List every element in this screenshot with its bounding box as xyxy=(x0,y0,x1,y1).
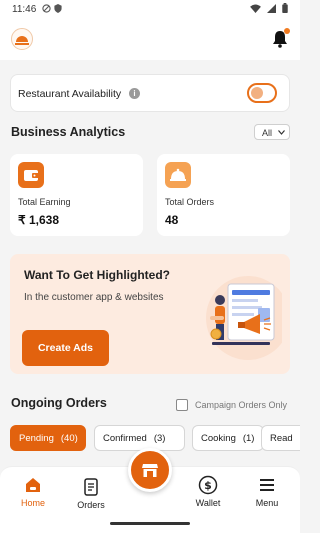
availability-label: Restaurant Availability xyxy=(18,88,122,100)
status-right-icons xyxy=(250,3,288,13)
menu-icon xyxy=(260,479,274,491)
store-icon xyxy=(142,464,158,477)
chip-cooking[interactable]: Cooking (1) xyxy=(192,425,264,451)
chip-confirmed[interactable]: Confirmed (3) xyxy=(94,425,185,451)
store-fab-button[interactable] xyxy=(128,448,172,492)
chip-pending[interactable]: Pending (40) xyxy=(10,425,86,451)
filter-value: All xyxy=(262,128,273,138)
stat-card-earning[interactable]: Total Earning ₹ 1,638 xyxy=(10,154,143,236)
nav-label: Wallet xyxy=(195,498,221,508)
advertising-illustration xyxy=(206,276,282,360)
signal-icon xyxy=(267,3,276,13)
system-home-bar xyxy=(0,516,300,533)
status-time: 11:46 xyxy=(12,4,37,15)
home-indicator[interactable] xyxy=(110,522,190,525)
wallet-icon xyxy=(18,162,44,188)
svg-text:$: $ xyxy=(204,479,212,492)
stat-label: Total Earning xyxy=(18,197,71,207)
home-icon xyxy=(26,478,40,492)
chip-ready[interactable]: Read xyxy=(261,425,300,451)
promo-title: Want To Get Highlighted? xyxy=(24,268,170,282)
shield-icon xyxy=(53,4,62,13)
chevron-down-icon xyxy=(278,130,285,135)
stat-value: 48 xyxy=(165,213,179,227)
chip-count: (1) xyxy=(242,433,255,444)
nav-wallet[interactable]: $ Wallet xyxy=(183,475,233,508)
food-cloche-icon xyxy=(165,162,191,188)
availability-toggle[interactable] xyxy=(247,83,277,103)
restaurant-logo xyxy=(11,28,33,50)
status-bar: 11:46 xyxy=(0,0,300,20)
campaign-checkbox[interactable] xyxy=(176,399,188,411)
status-left-icons xyxy=(42,4,62,15)
nav-home[interactable]: Home xyxy=(8,475,58,508)
chip-label: Read xyxy=(270,433,293,444)
toggle-knob xyxy=(251,87,263,99)
chip-label: Confirmed xyxy=(103,433,147,444)
wifi-icon xyxy=(250,3,261,13)
campaign-label: Campaign Orders Only xyxy=(195,400,288,410)
chip-label: Pending xyxy=(19,433,54,444)
notification-badge xyxy=(284,28,290,34)
nav-label: Home xyxy=(20,498,45,508)
app-header xyxy=(0,20,300,60)
promo-subtitle: In the customer app & websites xyxy=(24,292,164,303)
chip-count: (40) xyxy=(60,433,78,444)
availability-card: Restaurant Availability i xyxy=(10,74,290,112)
notification-button[interactable] xyxy=(272,28,290,48)
chip-count: (3) xyxy=(153,433,166,444)
nav-menu[interactable]: Menu xyxy=(242,475,292,508)
stat-label: Total Orders xyxy=(165,197,215,207)
analytics-filter-dropdown[interactable]: All xyxy=(254,124,290,140)
chip-label: Cooking xyxy=(201,433,236,444)
info-icon[interactable]: i xyxy=(129,88,140,99)
battery-icon xyxy=(282,3,288,13)
ongoing-orders-title: Ongoing Orders xyxy=(11,396,107,410)
create-ads-button[interactable]: Create Ads xyxy=(22,330,109,366)
stat-value: ₹ 1,638 xyxy=(18,213,59,227)
analytics-title: Business Analytics xyxy=(11,125,126,139)
circle-slash-icon xyxy=(42,4,51,13)
stat-card-orders[interactable]: Total Orders 48 xyxy=(157,154,290,236)
wallet-dollar-icon: $ xyxy=(198,475,218,495)
promo-banner: Want To Get Highlighted? In the customer… xyxy=(10,254,290,374)
nav-orders[interactable]: Orders xyxy=(66,477,116,510)
nav-label: Menu xyxy=(255,498,279,508)
orders-icon xyxy=(84,478,98,496)
nav-label: Orders xyxy=(77,500,105,510)
campaign-orders-filter[interactable]: Campaign Orders Only xyxy=(176,399,287,411)
